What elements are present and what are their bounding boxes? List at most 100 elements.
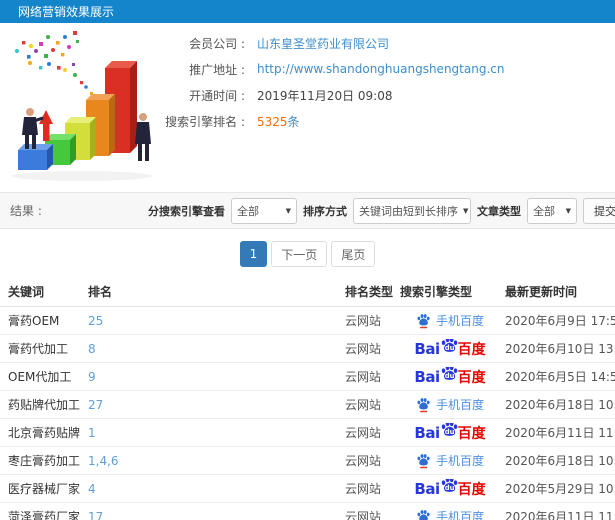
engine-cell: Bai du 百度: [400, 422, 500, 443]
svg-text:du: du: [444, 428, 454, 436]
rank-link[interactable]: 8: [88, 342, 96, 356]
baidu-logo-cn: 百度: [457, 369, 486, 386]
rank-type-cell: 云网站: [345, 370, 382, 384]
col-header-rank-type: 排名类型: [345, 285, 394, 299]
company-link[interactable]: 山东皇圣堂药业有限公司: [257, 35, 389, 52]
engine-baidu-logo: Bai du 百度: [414, 338, 486, 359]
baidu-logo-cn: 百度: [457, 481, 486, 498]
rank-type-cell: 云网站: [345, 398, 382, 412]
results-table: 关键词 排名 排名类型 搜索引擎类型 最新更新时间 膏药OEM 25 云网站 手…: [0, 277, 615, 520]
table-row: 医疗器械厂家 4 云网站 Bai du 百度 2020年5月29日 10:32: [0, 475, 615, 503]
engine-cell: Bai du 百度: [400, 478, 500, 499]
last-page-button[interactable]: 尾页: [331, 241, 376, 267]
page: 网络营销效果展示 会员公司: 山东皇圣堂药业有限公司 推广地址: http:…: [0, 0, 615, 520]
caret-down-icon: ▼: [285, 206, 291, 215]
rank-link[interactable]: 17: [88, 510, 103, 520]
engine-cell: 手机百度: [400, 508, 500, 520]
table-row: 枣庄膏药加工 1,4,6 云网站 手机百度 2020年6月18日 10:19: [0, 447, 615, 475]
article-type-value: 全部: [533, 204, 555, 218]
rank-cell: 1,4,6: [88, 454, 345, 468]
baidu-logo-bai: Bai: [414, 367, 440, 386]
svg-text:du: du: [444, 372, 454, 380]
rank-count-number: 5325: [257, 114, 288, 129]
rank-cell: 17: [88, 510, 345, 520]
article-type-select[interactable]: 全部 ▼: [527, 197, 577, 224]
engine-cell: 手机百度: [400, 452, 500, 469]
sort-filter-label: 排序方式: [303, 204, 347, 218]
rank-link[interactable]: 27: [88, 398, 103, 412]
rank-count-label: 搜索引擎排名 :: [165, 114, 245, 129]
caret-down-icon: ▼: [565, 206, 571, 215]
engine-cell: Bai du 百度: [400, 338, 500, 359]
rank-type-cell: 云网站: [345, 426, 382, 440]
rank-count-unit: 条: [287, 114, 300, 129]
svg-text:du: du: [444, 344, 454, 352]
keyword-cell: 膏药代加工: [8, 342, 69, 356]
opened-value: 2019年11月20日 09:08: [257, 88, 393, 103]
rank-type-cell: 云网站: [345, 510, 382, 520]
rank-cell: 9: [88, 370, 345, 384]
engine-filter-label: 分搜索引擎查看: [148, 204, 225, 218]
promo-url-link[interactable]: http://www.shandonghuangshengtang.cn: [257, 62, 504, 76]
next-page-button[interactable]: 下一页: [271, 241, 328, 267]
col-header-updated: 最新更新时间: [505, 285, 578, 299]
engine-filter-value: 全部: [237, 204, 259, 218]
baidu-logo-bai: Bai: [414, 423, 440, 442]
company-label: 会员公司 :: [189, 36, 245, 51]
baidu-logo-bai: Bai: [414, 339, 440, 358]
rank-link[interactable]: 25: [88, 314, 103, 328]
engine-baidu-logo: Bai du 百度: [414, 366, 486, 387]
svg-text:du: du: [444, 484, 454, 492]
engine-filter-select[interactable]: 全部 ▼: [231, 197, 297, 224]
engine-cell: 手机百度: [400, 312, 500, 329]
rank-cell: 1: [88, 426, 345, 440]
updated-cell: 2020年6月11日 11:40: [505, 510, 615, 520]
engine-label: 手机百度: [435, 510, 484, 520]
page-button-current[interactable]: 1: [239, 241, 268, 267]
submit-button[interactable]: 提交: [583, 197, 615, 224]
baidu-paw-icon: [417, 454, 430, 469]
col-header-rank: 排名: [88, 285, 113, 299]
table-row: 菏泽膏药厂家 17 云网站 手机百度 2020年6月11日 11:40: [0, 503, 615, 520]
sort-filter-select[interactable]: 关键词由短到长排序 ▼: [353, 197, 471, 224]
rank-link[interactable]: 4: [88, 482, 96, 496]
promo-url-label: 推广地址 :: [189, 62, 245, 77]
result-label: 结果 :: [10, 204, 42, 218]
engine-mobile-baidu: 手机百度: [416, 508, 484, 520]
updated-cell: 2020年6月10日 13:40: [505, 342, 615, 356]
col-header-keyword: 关键词: [8, 285, 45, 299]
engine-baidu-logo: Bai du 百度: [414, 478, 486, 499]
rank-cell: 27: [88, 398, 345, 412]
filter-group: 分搜索引擎查看 全部 ▼ 排序方式 关键词由短到长排序 ▼ 文章类型 全部 ▼ …: [148, 197, 615, 224]
table-header-row: 关键词 排名 排名类型 搜索引擎类型 最新更新时间: [0, 277, 615, 307]
rank-type-cell: 云网站: [345, 314, 382, 328]
rank-link[interactable]: 1: [88, 426, 96, 440]
info-row-url: 推广地址 : http://www.shandonghuangshengtang…: [85, 56, 610, 82]
engine-mobile-baidu: 手机百度: [416, 312, 484, 329]
rank-type-cell: 云网站: [345, 342, 382, 356]
baidu-paw-icon: du: [441, 338, 457, 352]
rank-link[interactable]: 1,4,6: [88, 454, 119, 468]
engine-label: 手机百度: [435, 398, 484, 412]
baidu-logo-cn: 百度: [457, 341, 486, 358]
opened-label: 开通时间 :: [189, 88, 245, 103]
filter-bar: 结果 : 分搜索引擎查看 全部 ▼ 排序方式 关键词由短到长排序 ▼ 文章类型 …: [0, 192, 615, 229]
rank-cell: 25: [88, 314, 345, 328]
baidu-paw-icon: [417, 510, 430, 520]
table-row: 药贴牌代加工 27 云网站 手机百度 2020年6月18日 10:25: [0, 391, 615, 419]
updated-cell: 2020年6月9日 17:50: [505, 314, 615, 328]
pagination: 1 下一页 尾页: [0, 241, 615, 267]
article-type-label: 文章类型: [477, 204, 521, 218]
engine-cell: Bai du 百度: [400, 366, 500, 387]
info-row-rankcount: 搜索引擎排名 : 5325条: [85, 108, 610, 134]
engine-label: 手机百度: [435, 314, 484, 328]
engine-mobile-baidu: 手机百度: [416, 452, 484, 469]
engine-label: 手机百度: [435, 454, 484, 468]
updated-cell: 2020年6月11日 11:18: [505, 426, 615, 440]
keyword-cell: 医疗器械厂家: [8, 482, 81, 496]
rank-link[interactable]: 9: [88, 370, 96, 384]
engine-cell: 手机百度: [400, 396, 500, 413]
businessman-left: [22, 108, 44, 149]
baidu-paw-icon: du: [441, 478, 457, 492]
titlebar: 网络营销效果展示: [0, 0, 615, 23]
